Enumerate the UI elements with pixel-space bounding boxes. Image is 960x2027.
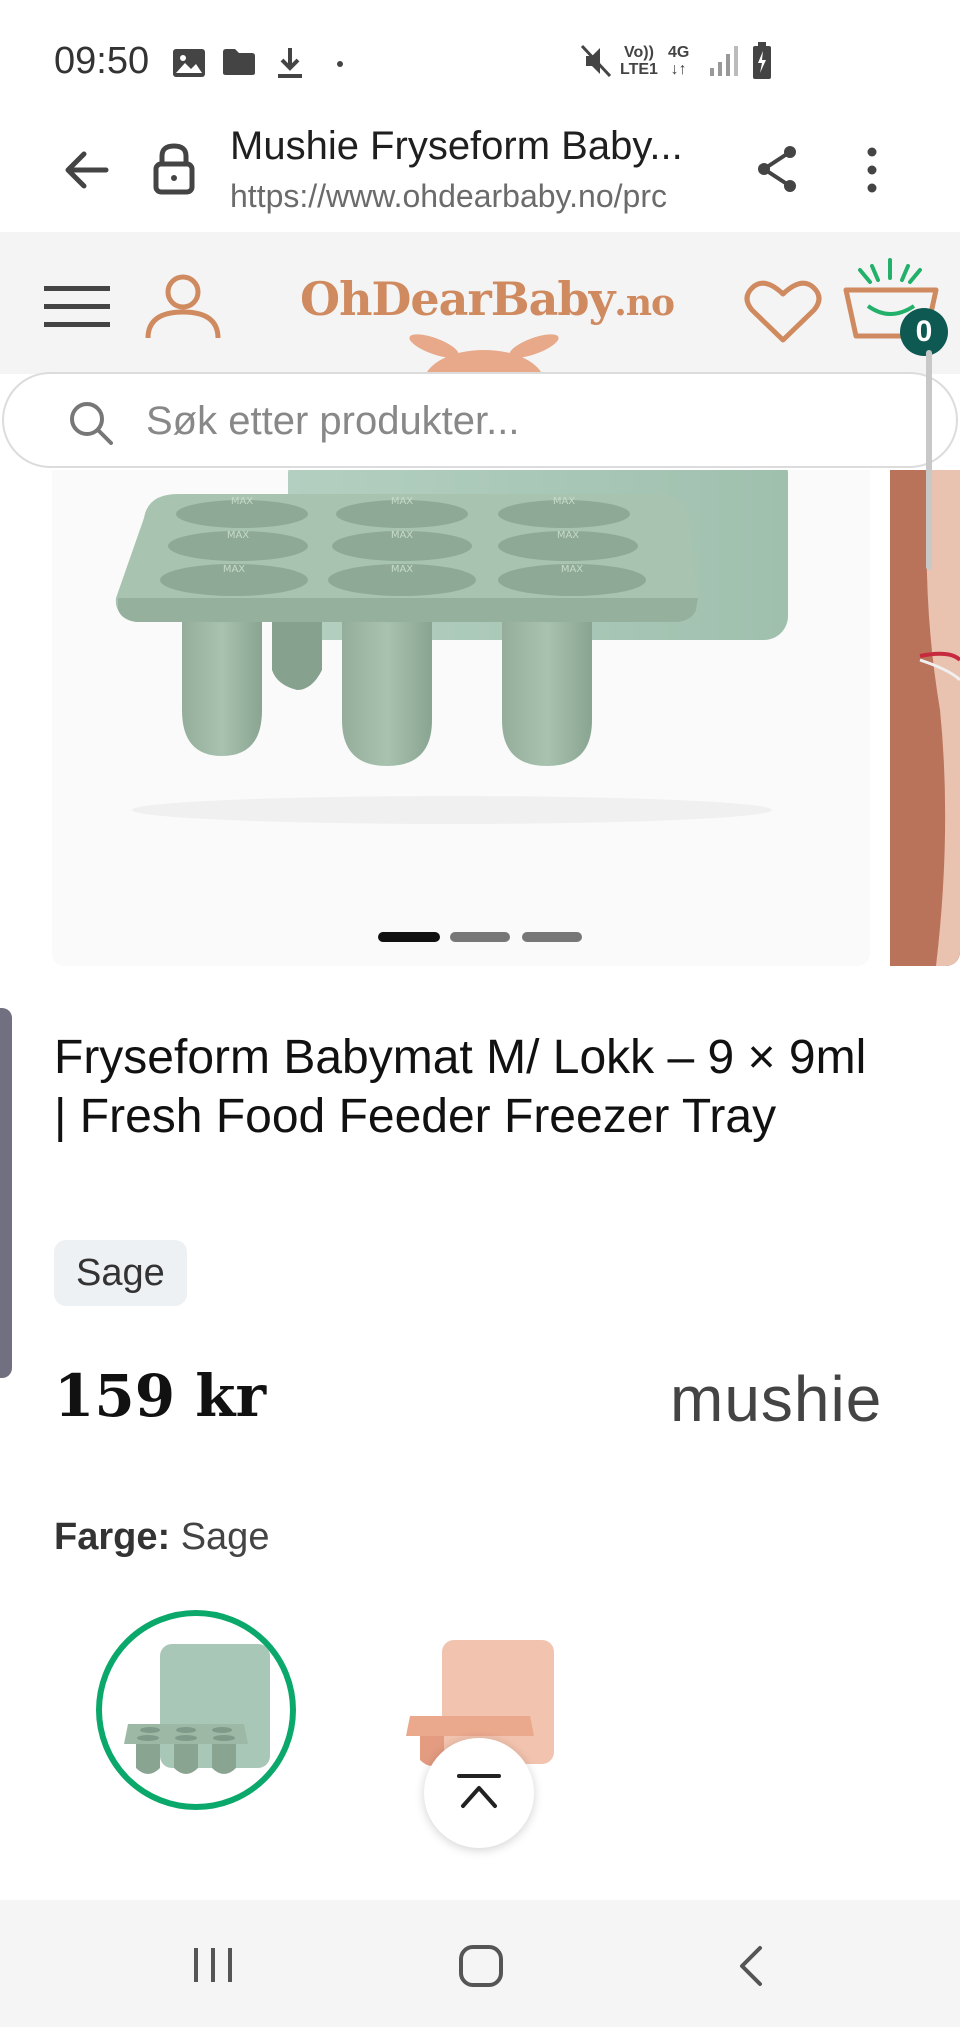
cart-count-badge[interactable]: 0 bbox=[900, 308, 948, 356]
search-input[interactable] bbox=[144, 392, 908, 450]
variant-chip: Sage bbox=[54, 1240, 187, 1306]
android-nav-bar bbox=[0, 1900, 960, 2027]
color-value: Sage bbox=[180, 1516, 270, 1558]
signal-icon bbox=[710, 46, 738, 76]
status-time: 09:50 bbox=[54, 40, 150, 82]
status-bar: 09:50 Vo)) LTE1 4G ↓↑ bbox=[0, 0, 960, 110]
share-icon[interactable] bbox=[756, 144, 800, 194]
wishlist-heart-icon[interactable] bbox=[744, 278, 822, 344]
color-label: Farge: bbox=[54, 1516, 171, 1558]
carousel-dot[interactable] bbox=[522, 932, 582, 942]
tray-max-label: MAX bbox=[553, 496, 575, 507]
tray-max-label: MAX bbox=[227, 530, 249, 541]
product-image: MAX MAX MAX MAX MAX MAX MAX MAX MAX bbox=[115, 470, 788, 824]
scrollbar[interactable] bbox=[926, 350, 932, 570]
tray-max-label: MAX bbox=[391, 496, 413, 507]
search-icon bbox=[70, 402, 113, 445]
tray-max-label: MAX bbox=[223, 564, 245, 575]
lock-icon[interactable] bbox=[152, 142, 196, 196]
url-text[interactable]: https://www.ohdearbaby.no/prc bbox=[230, 178, 716, 215]
brand-logo[interactable]: mushie bbox=[670, 1362, 882, 1436]
browser-toolbar: Mushie Fryseform Baby... https://www.ohd… bbox=[0, 110, 960, 232]
tray-max-label: MAX bbox=[391, 564, 413, 575]
volte-icon: Vo)) LTE1 bbox=[620, 44, 658, 78]
tray-max-label: MAX bbox=[561, 564, 583, 575]
recent-apps-icon[interactable] bbox=[192, 1946, 234, 1984]
download-icon bbox=[278, 48, 302, 78]
carousel-dot[interactable] bbox=[450, 932, 510, 942]
tray-max-label: MAX bbox=[557, 530, 579, 541]
product-price: 159 kr bbox=[54, 1362, 267, 1430]
back-arrow-icon[interactable] bbox=[62, 146, 110, 194]
scroll-to-top-button[interactable] bbox=[424, 1738, 534, 1848]
search-bar[interactable] bbox=[2, 372, 958, 468]
home-icon[interactable] bbox=[458, 1944, 504, 1988]
dot-icon bbox=[337, 61, 343, 67]
hamburger-menu-icon[interactable] bbox=[44, 284, 110, 330]
site-logo[interactable]: OhDearBaby.no bbox=[300, 272, 675, 326]
folder-icon bbox=[223, 49, 255, 75]
tray-max-label: MAX bbox=[391, 530, 413, 541]
mute-icon bbox=[580, 44, 612, 78]
next-product-image[interactable] bbox=[890, 470, 960, 966]
4g-icon: 4G ↓↑ bbox=[668, 44, 690, 78]
page-title[interactable]: Mushie Fryseform Baby... bbox=[230, 124, 683, 169]
side-drawer-tab[interactable] bbox=[0, 1008, 12, 1378]
tray-cavities bbox=[160, 500, 646, 596]
account-icon[interactable] bbox=[144, 274, 222, 340]
chevron-up-icon bbox=[457, 1774, 501, 1808]
swatch-sage[interactable] bbox=[96, 1610, 296, 1810]
battery-icon bbox=[753, 42, 771, 79]
carousel-dot[interactable] bbox=[378, 932, 440, 942]
color-selector-label: Farge: Sage bbox=[54, 1516, 269, 1559]
gallery-icon bbox=[173, 49, 205, 77]
product-image-carousel[interactable]: MAX MAX MAX MAX MAX MAX MAX MAX MAX bbox=[52, 470, 870, 966]
sage-tray-thumbnail bbox=[124, 1644, 270, 1774]
logo-bunny-icon bbox=[409, 334, 559, 374]
back-icon[interactable] bbox=[736, 1944, 766, 1988]
tray-max-label: MAX bbox=[231, 496, 253, 507]
product-title: Fryseform Babymat M/ Lokk – 9 × 9ml | Fr… bbox=[54, 1031, 867, 1143]
more-options-icon[interactable] bbox=[866, 146, 878, 194]
site-header: OhDearBaby.no 0 bbox=[0, 232, 960, 374]
product-photo-partial bbox=[890, 470, 960, 966]
